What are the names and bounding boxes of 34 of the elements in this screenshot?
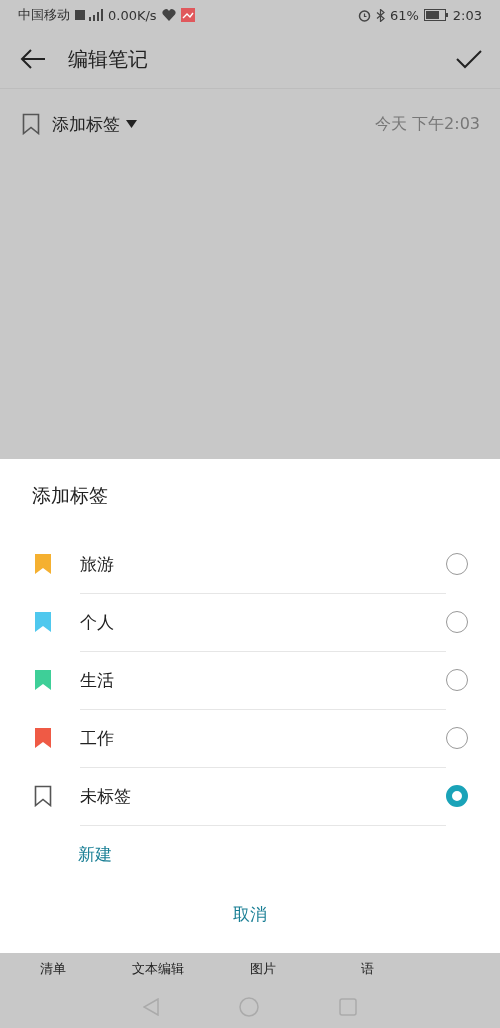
battery-percent: 61%	[389, 7, 419, 23]
toolbar-item[interactable]: 图片	[210, 960, 315, 978]
toolbar-item[interactable]: 文本编辑	[105, 960, 210, 978]
heart-icon	[161, 9, 176, 21]
alarm-icon	[357, 8, 371, 22]
chart-icon	[180, 8, 195, 22]
toolbar-item[interactable]: 清单	[0, 960, 105, 978]
tag-option[interactable]: 个人	[34, 593, 500, 651]
sheet-title: 添加标签	[31, 483, 109, 508]
cancel-button[interactable]: 取消	[221, 897, 279, 932]
home-circle-icon[interactable]	[239, 997, 259, 1017]
back-arrow-icon[interactable]	[20, 49, 46, 69]
new-tag-link[interactable]: 新建	[78, 825, 112, 883]
page-title: 编辑笔记	[68, 45, 149, 73]
checkmark-icon[interactable]	[456, 49, 482, 69]
carrier-text: 中国移动	[18, 6, 70, 24]
recents-square-icon[interactable]	[339, 998, 357, 1016]
toolbar-item[interactable]: 语	[315, 960, 420, 978]
bluetooth-icon	[375, 8, 385, 22]
battery-icon	[423, 9, 448, 21]
network-speed: 0.00K/s	[108, 7, 157, 23]
tag-option[interactable]: 工作	[34, 709, 500, 767]
tag-option[interactable]: 未标签	[34, 767, 500, 825]
caret-icon	[126, 120, 137, 128]
back-triangle-icon[interactable]	[143, 998, 159, 1016]
note-date: 今天 下午2:03	[375, 113, 480, 135]
add-tag-dropdown[interactable]: 添加标签	[52, 112, 137, 136]
bookmark-icon	[22, 113, 40, 135]
radio-button[interactable]	[446, 785, 468, 807]
signal-icon	[75, 9, 103, 21]
clock-time: 2:03	[452, 7, 482, 23]
tag-option[interactable]: 旅游	[34, 535, 500, 593]
bookmark-icon	[34, 785, 52, 807]
tag-option[interactable]: 生活	[34, 651, 500, 709]
